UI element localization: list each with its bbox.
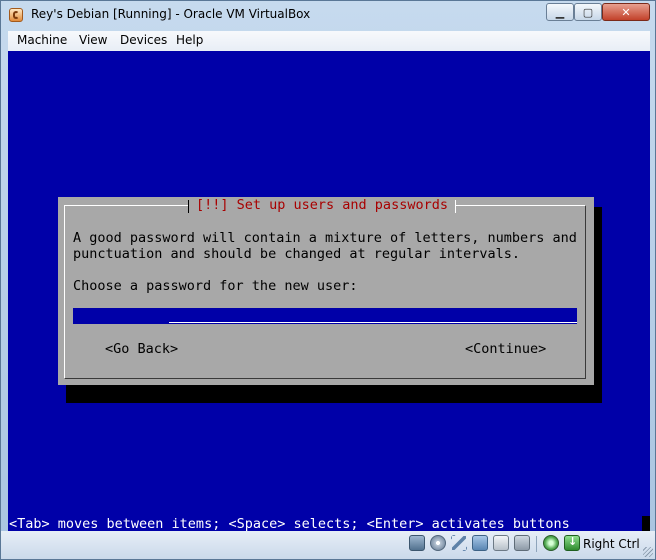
menu-devices[interactable]: Devices [120,33,167,47]
keyboard-help-line: <Tab> moves between items; <Space> selec… [9,516,570,531]
description-line-2: punctuation and should be changed at reg… [73,246,521,262]
menu-machine[interactable]: Machine [17,33,67,47]
password-input[interactable]: ************ [73,308,577,324]
installer-dialog: [!!] Set up users and passwords A good p… [58,197,594,385]
title-bar[interactable]: Rey's Debian [Running] - Oracle VM Virtu… [1,1,655,31]
vm-display[interactable]: [!!] Set up users and passwords A good p… [8,51,650,531]
close-button[interactable]: ✕ [602,3,650,21]
text-cursor [642,516,650,531]
status-bar: Right Ctrl [1,531,655,559]
menu-bar: Machine View Devices Help [8,31,650,51]
password-prompt: Choose a password for the new user: [73,278,358,294]
resize-grip-icon[interactable] [643,547,653,557]
shared-folders-icon[interactable] [493,535,509,551]
mouse-integration-icon[interactable] [543,535,559,551]
dialog-title: [!!] Set up users and passwords [188,197,456,213]
status-separator [536,536,537,552]
network-icon[interactable] [472,535,488,551]
video-capture-icon[interactable] [514,535,530,551]
virtualbox-app-icon[interactable] [9,8,23,22]
maximize-button[interactable]: ▢ [574,3,602,21]
menu-view[interactable]: View [79,33,107,47]
password-field-underline [169,322,577,323]
window-title: Rey's Debian [Running] - Oracle VM Virtu… [31,7,311,21]
menu-help[interactable]: Help [176,33,203,47]
keyboard-capture-icon[interactable] [564,535,580,551]
optical-drive-icon[interactable] [430,535,446,551]
description-line-1: A good password will contain a mixture o… [73,230,577,246]
host-key-label[interactable]: Right Ctrl [583,537,640,551]
continue-button[interactable]: <Continue> [465,341,546,357]
usb-icon[interactable] [451,535,467,551]
go-back-button[interactable]: <Go Back> [105,341,178,357]
virtualbox-window: Rey's Debian [Running] - Oracle VM Virtu… [0,0,656,560]
minimize-button[interactable]: ▁ [546,3,574,21]
hard-disk-icon[interactable] [409,535,425,551]
